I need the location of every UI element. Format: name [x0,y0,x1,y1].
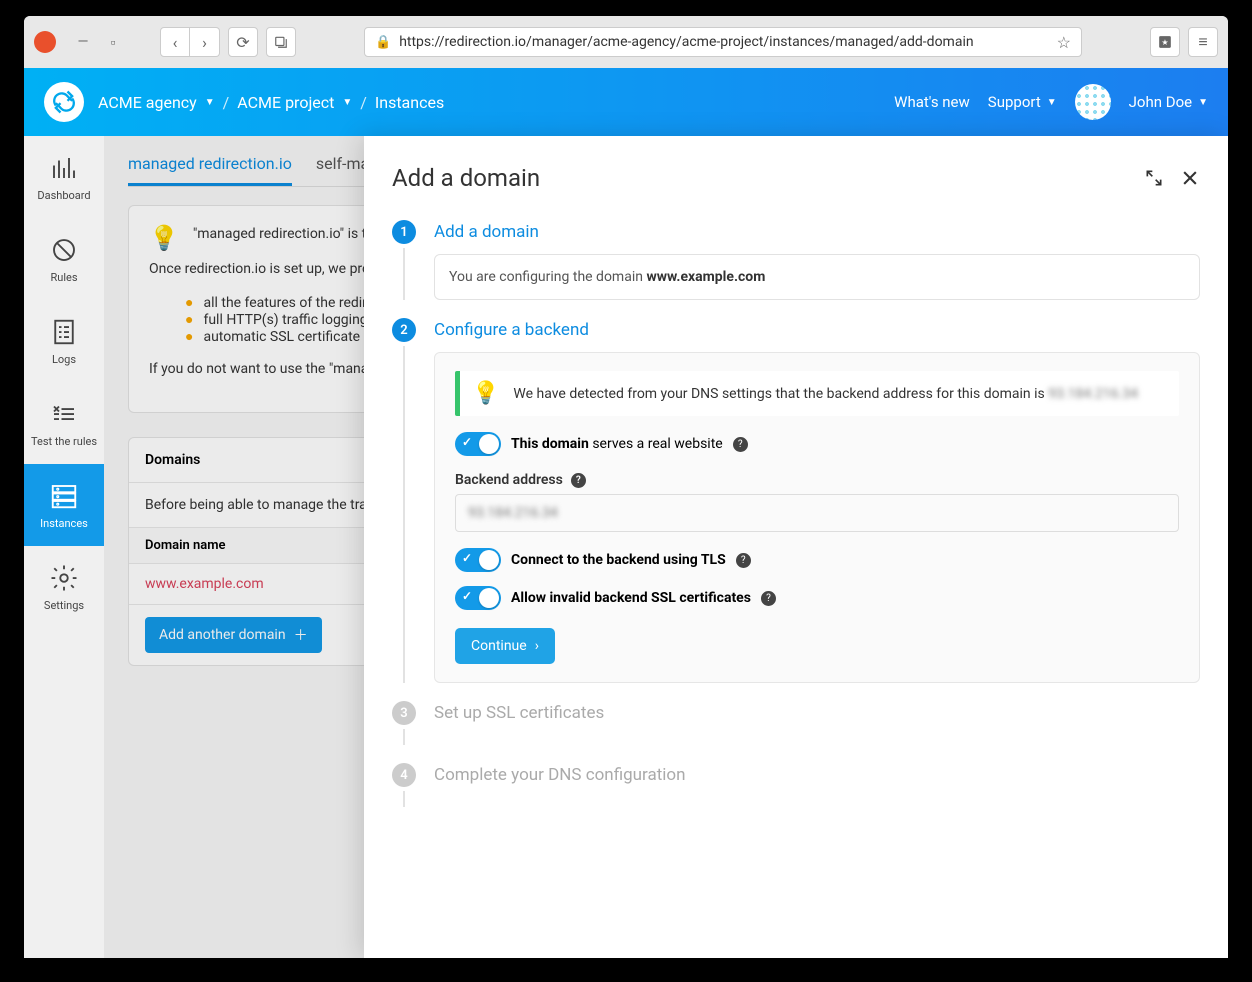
step-number: 1 [392,220,416,244]
breadcrumb: ACME agency ▼ / ACME project ▼ / Instanc… [98,93,444,112]
window-max-button[interactable]: ▫ [102,31,124,53]
dns-detection-notice: 💡 We have detected from your DNS setting… [455,371,1179,416]
breadcrumb-project[interactable]: ACME project [237,93,334,112]
browser-reload-button[interactable]: ⟳ [228,27,258,57]
step-4: 4 Complete your DNS configuration [392,763,1200,807]
settings-icon [49,563,79,593]
sidenav: Dashboard Rules Logs Test the rules [24,136,104,958]
breadcrumb-page[interactable]: Instances [375,93,444,112]
chevron-down-icon[interactable]: ▼ [342,97,352,108]
url-text: https://redirection.io/manager/acme-agen… [399,34,1048,50]
step-4-title: Complete your DNS configuration [434,763,1200,785]
chevron-down-icon: ▼ [1047,97,1057,108]
browser-back-button[interactable]: ‹ [160,27,190,57]
help-icon[interactable]: ? [736,553,751,568]
continue-button[interactable]: Continue › [455,628,555,664]
step-3: 3 Set up SSL certificates [392,701,1200,745]
sidenav-item-dashboard[interactable]: Dashboard [24,136,104,218]
app-logo[interactable] [44,82,84,122]
browser-menu-button[interactable]: ≡ [1188,27,1218,57]
browser-screenshot-button[interactable] [266,27,296,57]
help-icon[interactable]: ? [733,437,748,452]
invalid-ssl-toggle[interactable] [455,586,501,610]
backend-config-box: 💡 We have detected from your DNS setting… [434,352,1200,683]
dashboard-icon [49,153,79,183]
expand-icon[interactable] [1144,168,1164,188]
logs-icon [49,317,79,347]
backend-address-label: Backend address ? [455,472,1179,488]
step-number: 4 [392,763,416,787]
step-1: 1 Add a domain You are configuring the d… [392,220,1200,300]
whats-new-link[interactable]: What's new [894,93,970,111]
tls-toggle[interactable] [455,548,501,572]
svg-text:★: ★ [1161,37,1168,47]
step-2-title: Configure a backend [434,318,1200,340]
lock-icon: 🔒 [375,35,391,50]
step-2: 2 Configure a backend 💡 We have detected… [392,318,1200,683]
instances-icon [49,481,79,511]
url-bar[interactable]: 🔒 https://redirection.io/manager/acme-ag… [364,27,1082,57]
backend-address-input[interactable]: 93.184.216.34 [455,494,1179,532]
sidenav-item-rules[interactable]: Rules [24,218,104,300]
bookmark-star-icon[interactable]: ☆ [1057,33,1071,52]
sidenav-item-instances[interactable]: Instances [24,464,104,546]
test-icon [49,399,79,429]
chevron-right-icon: › [535,638,539,654]
serves-website-toggle[interactable] [455,432,501,456]
user-menu[interactable]: John Doe ▼ [1129,93,1208,111]
chevron-down-icon: ▼ [1198,97,1208,108]
support-menu[interactable]: Support ▼ [988,93,1057,111]
step-number: 2 [392,318,416,342]
app-topbar: ACME agency ▼ / ACME project ▼ / Instanc… [24,68,1228,136]
help-icon[interactable]: ? [571,473,586,488]
window-close-button[interactable] [34,31,56,53]
close-icon[interactable] [1180,168,1200,188]
rules-icon [49,235,79,265]
add-domain-panel: Add a domain 1 Add a domain You are conf… [364,136,1228,958]
lightbulb-icon: 💡 [472,381,499,406]
step-number: 3 [392,701,416,725]
redirection-icon [50,88,78,116]
step-3-title: Set up SSL certificates [434,701,1200,723]
step-1-summary: You are configuring the domain www.examp… [434,254,1200,300]
browser-extension-button[interactable]: ★ [1150,27,1180,57]
panel-title: Add a domain [392,164,1128,192]
browser-chrome: — ▫ ‹ › ⟳ 🔒 https://redirection.io/manag… [24,16,1228,68]
browser-forward-button[interactable]: › [190,27,220,57]
step-1-title: Add a domain [434,220,1200,242]
sidenav-item-test-rules[interactable]: Test the rules [24,382,104,464]
help-icon[interactable]: ? [761,591,776,606]
window-min-button[interactable]: — [72,31,94,53]
breadcrumb-agency[interactable]: ACME agency [98,93,197,112]
sidenav-item-logs[interactable]: Logs [24,300,104,382]
chevron-down-icon[interactable]: ▼ [205,97,215,108]
sidenav-item-settings[interactable]: Settings [24,546,104,628]
avatar[interactable] [1075,84,1111,120]
